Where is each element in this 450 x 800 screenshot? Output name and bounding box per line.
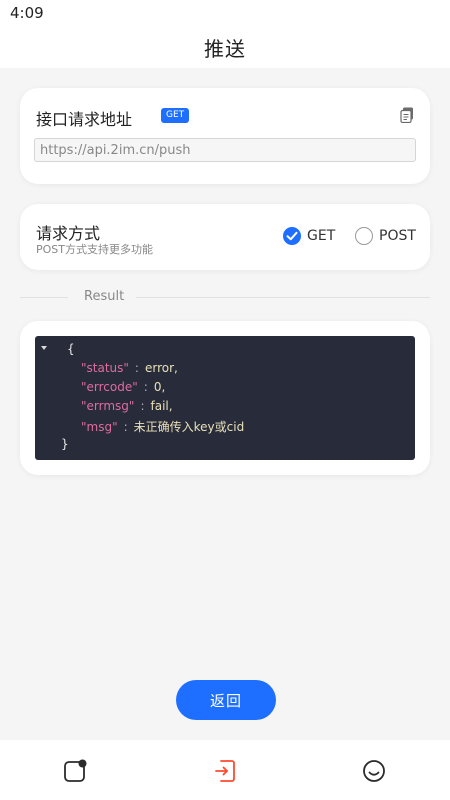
- smiley-icon[interactable]: [361, 758, 387, 784]
- url-card: 接口请求地址 GET: [20, 88, 430, 184]
- code-line: "errmsg": fail,: [81, 399, 173, 413]
- result-label: Result: [84, 289, 125, 304]
- radio-post[interactable]: POST: [355, 226, 416, 246]
- card-notification-icon[interactable]: [62, 758, 88, 784]
- code-key: "errcode": [81, 380, 138, 394]
- code-line: "status": error,: [81, 361, 178, 375]
- code-key: "status": [81, 361, 129, 375]
- code-value: error,: [144, 361, 178, 375]
- code-colon: :: [140, 399, 145, 413]
- code-line: "msg": 未正确传入key或cid: [81, 418, 244, 435]
- method-badge: GET: [161, 108, 190, 123]
- radio-post-label: POST: [379, 228, 416, 244]
- radio-get[interactable]: GET: [283, 226, 335, 246]
- open-brace: {: [67, 342, 75, 356]
- page-title: 推送: [204, 37, 246, 61]
- tab-bar: [0, 740, 450, 800]
- result-card: { "status": error, "errcode":0, "errmsg":…: [20, 321, 430, 475]
- status-bar: 4:09: [0, 0, 450, 24]
- url-card-title: 接口请求地址: [36, 110, 133, 129]
- code-value: fail,: [150, 399, 173, 413]
- code-colon: :: [134, 361, 139, 375]
- divider-right: [136, 297, 430, 298]
- radio-unchecked-icon: [355, 227, 373, 245]
- code-line: "errcode":0,: [81, 380, 165, 394]
- sign-in-icon[interactable]: [212, 758, 238, 784]
- status-time: 4:09: [10, 4, 44, 22]
- code-value: 0,: [153, 380, 166, 394]
- copy-icon[interactable]: [400, 107, 414, 123]
- code-value: 未正确传入key或cid: [133, 420, 245, 434]
- code-key: "errmsg": [81, 399, 135, 413]
- radio-get-label: GET: [307, 228, 336, 244]
- code-key: "msg": [81, 420, 118, 434]
- url-input[interactable]: [34, 138, 416, 162]
- method-card-subtitle: POST方式支持更多功能: [36, 243, 153, 256]
- header: 推送: [0, 24, 450, 68]
- result-code-box: { "status": error, "errcode":0, "errmsg":…: [35, 336, 415, 460]
- radio-checked-icon: [283, 227, 301, 245]
- back-button[interactable]: 返回: [176, 680, 276, 720]
- code-colon: :: [123, 420, 128, 434]
- divider-left: [20, 297, 68, 298]
- code-colon: :: [143, 380, 148, 394]
- close-brace: }: [61, 437, 69, 451]
- method-card: 请求方式 POST方式支持更多功能 GET POST: [20, 204, 430, 270]
- fold-arrow-icon[interactable]: [41, 346, 47, 350]
